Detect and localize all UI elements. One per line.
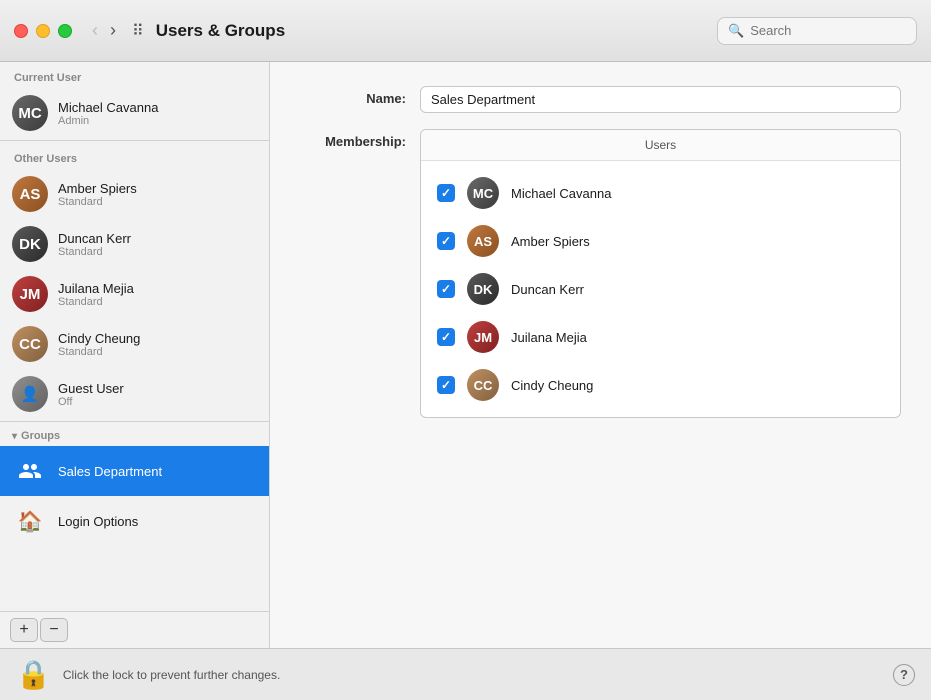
lock-text: Click the lock to prevent further change… xyxy=(63,668,881,682)
forward-button[interactable]: › xyxy=(106,18,120,43)
membership-column-header: Users xyxy=(421,130,900,161)
sidebar-item-cindy-cheung[interactable]: CC Cindy Cheung Standard xyxy=(0,319,269,369)
other-users-label: Other Users xyxy=(0,143,269,169)
login-icon: 🏠 xyxy=(12,503,48,539)
avatar-member-cindy: CC xyxy=(467,369,499,401)
lock-icon[interactable]: 🔒 xyxy=(16,658,51,691)
sidebar-item-sales-department[interactable]: Sales Department xyxy=(0,446,269,496)
member-name-michael: Michael Cavanna xyxy=(511,186,611,201)
divider-1 xyxy=(0,140,269,141)
avatar-amber: AS xyxy=(12,176,48,212)
sidebar-item-duncan-kerr[interactable]: DK Duncan Kerr Standard xyxy=(0,219,269,269)
membership-label: Membership: xyxy=(300,129,420,149)
checkbox-michael[interactable] xyxy=(437,184,455,202)
avatar-member-michael: MC xyxy=(467,177,499,209)
bottom-bar: 🔒 Click the lock to prevent further chan… xyxy=(0,648,931,700)
name-row: Name: Sales Department xyxy=(300,86,901,113)
avatar-member-amber: AS xyxy=(467,225,499,257)
member-name-amber: Amber Spiers xyxy=(511,234,590,249)
avatar-juilana: JM xyxy=(12,276,48,312)
user-role: Standard xyxy=(58,346,140,358)
groups-header[interactable]: ▾ Groups xyxy=(0,424,269,446)
search-input[interactable] xyxy=(750,23,906,38)
avatar-member-juilana: JM xyxy=(467,321,499,353)
nav-arrows: ‹ › xyxy=(88,18,120,43)
member-item-amber: AS Amber Spiers xyxy=(421,217,900,265)
user-role: Off xyxy=(58,396,124,408)
sidebar-item-juilana-mejia[interactable]: JM Juilana Mejia Standard xyxy=(0,269,269,319)
minimize-button[interactable] xyxy=(36,24,50,38)
detail-panel: Name: Sales Department Membership: Users… xyxy=(270,62,931,648)
page-title: Users & Groups xyxy=(156,21,717,41)
avatar-cindy: CC xyxy=(12,326,48,362)
user-name: Duncan Kerr xyxy=(58,231,131,246)
user-role: Standard xyxy=(58,296,134,308)
member-item-juilana: JM Juilana Mejia xyxy=(421,313,900,361)
back-button[interactable]: ‹ xyxy=(88,18,102,43)
groups-label: Groups xyxy=(21,430,60,442)
maximize-button[interactable] xyxy=(58,24,72,38)
membership-box: Users MC Michael Cavanna AS Amber Spiers xyxy=(420,129,901,418)
member-name-cindy: Cindy Cheung xyxy=(511,378,593,393)
name-label: Name: xyxy=(300,86,420,106)
avatar-member-duncan: DK xyxy=(467,273,499,305)
chevron-icon: ▾ xyxy=(12,431,17,442)
group-name: Sales Department xyxy=(58,464,162,479)
checkbox-juilana[interactable] xyxy=(437,328,455,346)
search-icon: 🔍 xyxy=(728,23,744,39)
titlebar: ‹ › ⠿ Users & Groups 🔍 xyxy=(0,0,931,62)
checkbox-cindy[interactable] xyxy=(437,376,455,394)
sidebar: Current User MC Michael Cavanna Admin Ot… xyxy=(0,62,270,648)
user-name: Guest User xyxy=(58,381,124,396)
user-name: Michael Cavanna xyxy=(58,100,158,115)
grid-button[interactable]: ⠿ xyxy=(132,21,144,41)
user-role: Standard xyxy=(58,196,137,208)
member-item-cindy: CC Cindy Cheung xyxy=(421,361,900,409)
member-item-duncan: DK Duncan Kerr xyxy=(421,265,900,313)
user-role: Admin xyxy=(58,115,158,127)
avatar-guest: 👤 xyxy=(12,376,48,412)
sidebar-item-login-options[interactable]: 🏠 Login Options xyxy=(0,496,269,546)
membership-list: MC Michael Cavanna AS Amber Spiers DK Du… xyxy=(421,161,900,417)
divider-2 xyxy=(0,421,269,422)
checkbox-amber[interactable] xyxy=(437,232,455,250)
avatar-duncan: DK xyxy=(12,226,48,262)
close-button[interactable] xyxy=(14,24,28,38)
remove-user-button[interactable]: − xyxy=(40,618,68,642)
window-controls xyxy=(14,24,72,38)
sidebar-item-michael-cavanna[interactable]: MC Michael Cavanna Admin xyxy=(0,88,269,138)
main-content: Current User MC Michael Cavanna Admin Ot… xyxy=(0,62,931,648)
user-name: Cindy Cheung xyxy=(58,331,140,346)
checkbox-duncan[interactable] xyxy=(437,280,455,298)
user-name: Juilana Mejia xyxy=(58,281,134,296)
member-name-juilana: Juilana Mejia xyxy=(511,330,587,345)
group-icon xyxy=(12,453,48,489)
sidebar-bottom-controls: + − xyxy=(0,611,269,648)
user-role: Standard xyxy=(58,246,131,258)
search-bar: 🔍 xyxy=(717,17,917,45)
membership-row: Membership: Users MC Michael Cavanna AS … xyxy=(300,129,901,418)
member-item-michael: MC Michael Cavanna xyxy=(421,169,900,217)
member-name-duncan: Duncan Kerr xyxy=(511,282,584,297)
sidebar-item-guest-user[interactable]: 👤 Guest User Off xyxy=(0,369,269,419)
help-button[interactable]: ? xyxy=(893,664,915,686)
login-options-label: Login Options xyxy=(58,514,138,529)
user-name: Amber Spiers xyxy=(58,181,137,196)
avatar-michael: MC xyxy=(12,95,48,131)
current-user-label: Current User xyxy=(0,62,269,88)
name-value[interactable]: Sales Department xyxy=(420,86,901,113)
sidebar-item-amber-spiers[interactable]: AS Amber Spiers Standard xyxy=(0,169,269,219)
add-user-button[interactable]: + xyxy=(10,618,38,642)
